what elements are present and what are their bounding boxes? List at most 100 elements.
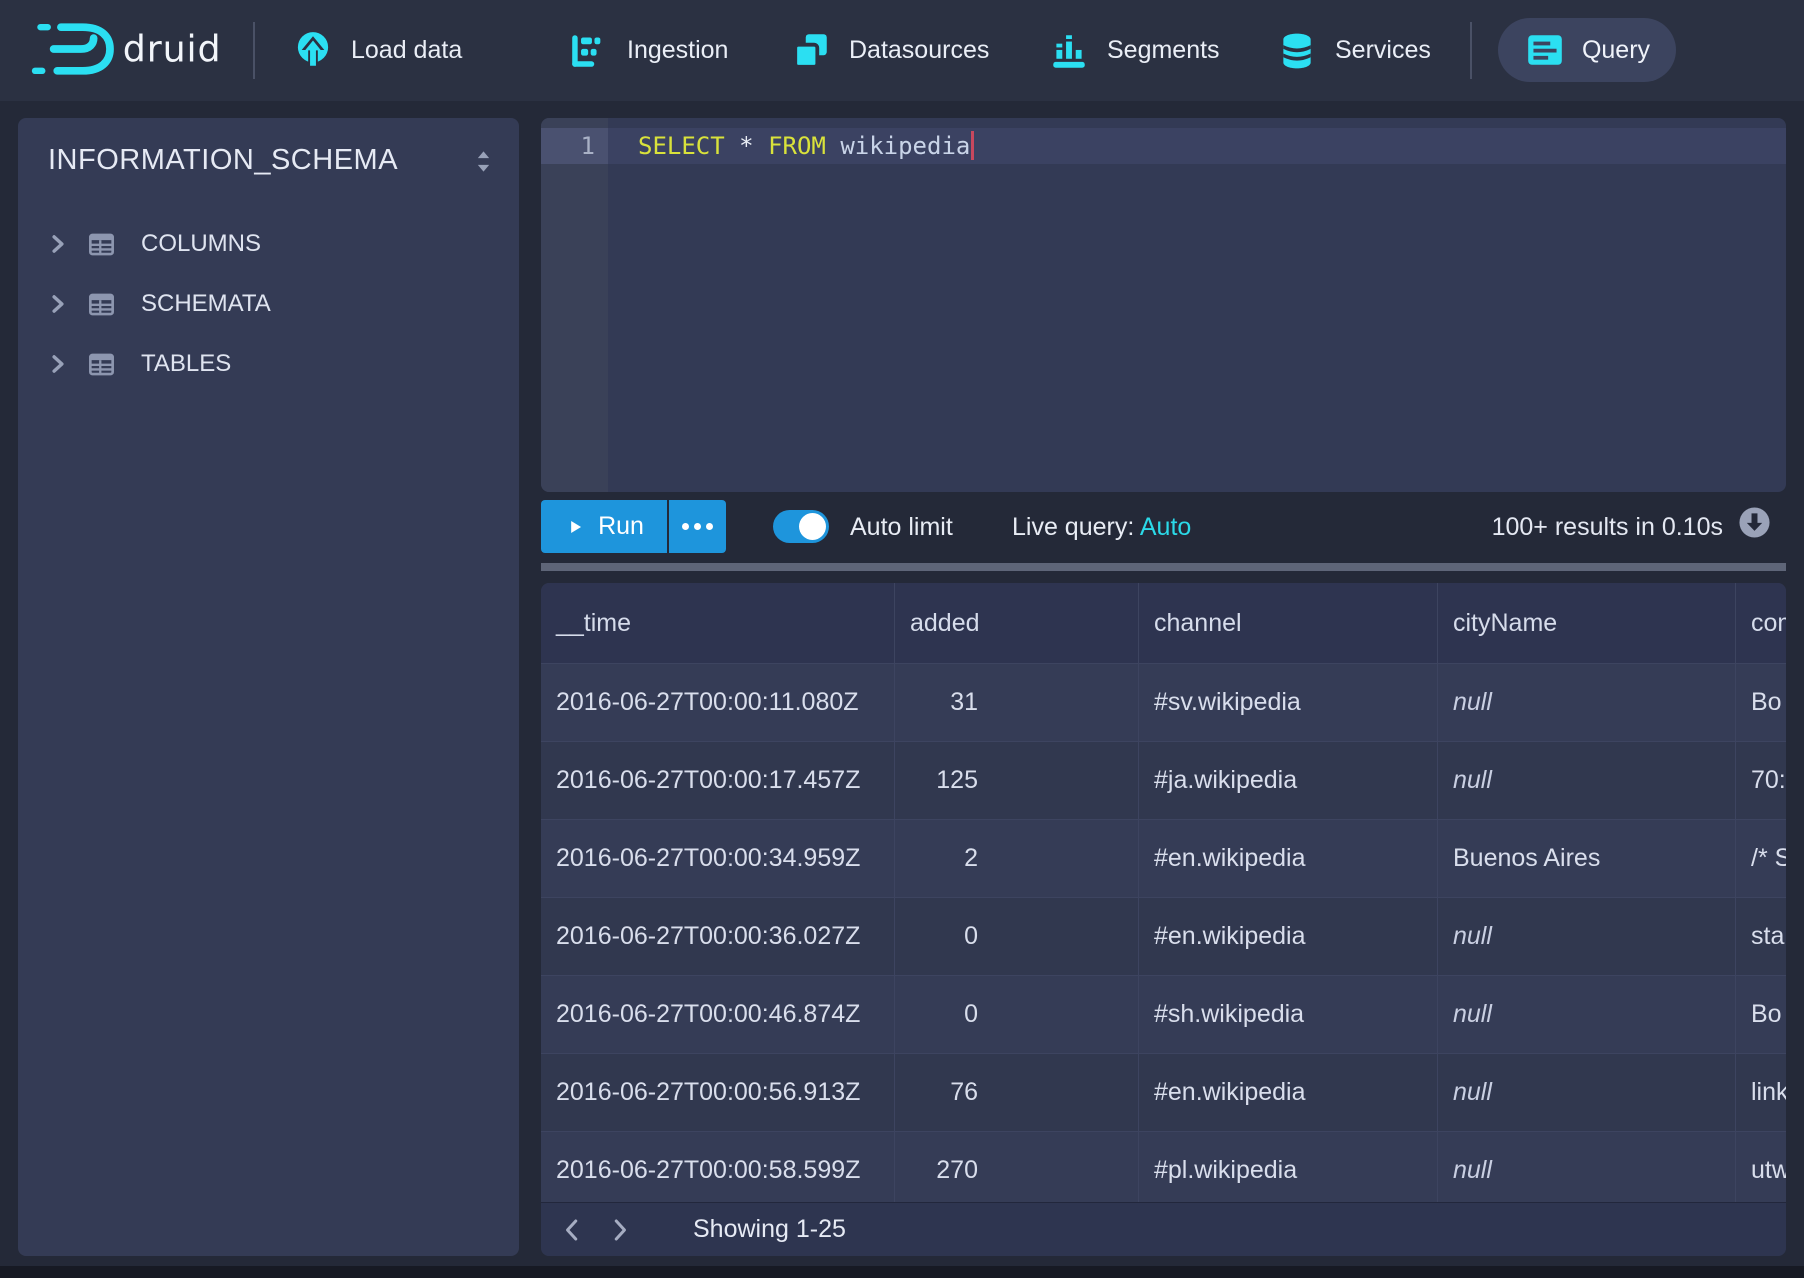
brand-text: druid bbox=[123, 28, 222, 71]
nav-item-query[interactable]: Query bbox=[1498, 18, 1676, 82]
tree-item-label: SCHEMATA bbox=[141, 290, 271, 318]
sql-keyword: FROM bbox=[768, 132, 826, 160]
cell-cityname[interactable]: null bbox=[1438, 1132, 1736, 1209]
previous-page-button[interactable] bbox=[555, 1213, 589, 1247]
cell-channel[interactable]: #en.wikipedia bbox=[1139, 898, 1438, 975]
cell-channel[interactable]: #pl.wikipedia bbox=[1139, 1132, 1438, 1209]
top-nav: druid Load data Ingestion bbox=[0, 0, 1804, 101]
cell-added[interactable]: 31 bbox=[895, 664, 1139, 741]
cell-channel[interactable]: #sv.wikipedia bbox=[1139, 664, 1438, 741]
toggle-knob bbox=[799, 513, 826, 540]
cell-comment[interactable]: /* S bbox=[1736, 820, 1786, 897]
column-header-cityname[interactable]: cityName bbox=[1438, 583, 1736, 663]
nav-item-ingestion[interactable]: Ingestion bbox=[568, 0, 728, 101]
nav-divider bbox=[253, 22, 255, 79]
datasources-icon bbox=[790, 30, 832, 72]
next-page-button[interactable] bbox=[603, 1213, 637, 1247]
cell-time[interactable]: 2016-06-27T00:00:56.913Z bbox=[541, 1054, 895, 1131]
column-header-added[interactable]: added bbox=[895, 583, 1139, 663]
cell-added[interactable]: 2 bbox=[895, 820, 1139, 897]
chevron-left-icon bbox=[557, 1215, 587, 1245]
chevron-right-icon bbox=[45, 351, 71, 377]
tree-item-label: COLUMNS bbox=[141, 230, 261, 258]
nav-item-services[interactable]: Services bbox=[1276, 0, 1431, 101]
ellipsis-icon bbox=[682, 523, 689, 530]
cell-cityname[interactable]: null bbox=[1438, 1054, 1736, 1131]
nav-item-segments[interactable]: Segments bbox=[1048, 0, 1220, 101]
cell-time[interactable]: 2016-06-27T00:00:46.874Z bbox=[541, 976, 895, 1053]
cell-cityname[interactable]: null bbox=[1438, 742, 1736, 819]
table-row: 2016-06-27T00:00:11.080Z 31 #sv.wikipedi… bbox=[541, 663, 1786, 741]
nav-divider bbox=[1470, 22, 1472, 79]
bottom-edge bbox=[0, 1266, 1804, 1278]
cell-time[interactable]: 2016-06-27T00:00:11.080Z bbox=[541, 664, 895, 741]
sql-star: * bbox=[739, 132, 753, 160]
sql-editor[interactable]: 1 SELECT * FROM wikipedia bbox=[541, 118, 1786, 492]
table-row: 2016-06-27T00:00:17.457Z 125 #ja.wikiped… bbox=[541, 741, 1786, 819]
upload-icon bbox=[292, 30, 334, 72]
column-header-comment[interactable]: comment bbox=[1736, 583, 1786, 663]
cell-cityname[interactable]: null bbox=[1438, 898, 1736, 975]
panel-splitter[interactable] bbox=[541, 563, 1786, 571]
chevron-right-icon bbox=[605, 1215, 635, 1245]
cell-added[interactable]: 0 bbox=[895, 976, 1139, 1053]
results-header-row: __time added channel cityName comment bbox=[541, 583, 1786, 663]
segments-icon bbox=[1048, 30, 1090, 72]
schema-tree: COLUMNS SCHEMATA bbox=[18, 214, 519, 394]
cell-comment[interactable]: utw bbox=[1736, 1132, 1786, 1209]
tree-item-columns[interactable]: COLUMNS bbox=[18, 214, 519, 274]
cell-added[interactable]: 0 bbox=[895, 898, 1139, 975]
tree-item-schemata[interactable]: SCHEMATA bbox=[18, 274, 519, 334]
cell-cityname[interactable]: null bbox=[1438, 664, 1736, 741]
run-button[interactable]: Run bbox=[541, 500, 667, 553]
column-header-channel[interactable]: channel bbox=[1139, 583, 1438, 663]
services-icon bbox=[1276, 30, 1318, 72]
table-row: 2016-06-27T00:00:58.599Z 270 #pl.wikiped… bbox=[541, 1131, 1786, 1209]
cell-added[interactable]: 270 bbox=[895, 1132, 1139, 1209]
cell-comment[interactable]: link bbox=[1736, 1054, 1786, 1131]
cell-time[interactable]: 2016-06-27T00:00:58.599Z bbox=[541, 1132, 895, 1209]
column-header-time[interactable]: __time bbox=[541, 583, 895, 663]
table-row: 2016-06-27T00:00:36.027Z 0 #en.wikipedia… bbox=[541, 897, 1786, 975]
druid-logo[interactable]: druid bbox=[30, 16, 230, 82]
run-more-options-button[interactable] bbox=[669, 500, 726, 553]
cell-channel[interactable]: #sh.wikipedia bbox=[1139, 976, 1438, 1053]
cell-channel[interactable]: #en.wikipedia bbox=[1139, 820, 1438, 897]
table-row: 2016-06-27T00:00:46.874Z 0 #sh.wikipedia… bbox=[541, 975, 1786, 1053]
live-query-value[interactable]: Auto bbox=[1140, 513, 1191, 541]
results-body: 2016-06-27T00:00:11.080Z 31 #sv.wikipedi… bbox=[541, 663, 1786, 1209]
cell-channel[interactable]: #ja.wikipedia bbox=[1139, 742, 1438, 819]
cell-time[interactable]: 2016-06-27T00:00:36.027Z bbox=[541, 898, 895, 975]
tree-item-tables[interactable]: TABLES bbox=[18, 334, 519, 394]
cell-time[interactable]: 2016-06-27T00:00:17.457Z bbox=[541, 742, 895, 819]
nav-item-load-data[interactable]: Load data bbox=[292, 0, 462, 101]
auto-limit-toggle[interactable] bbox=[773, 510, 829, 543]
download-icon[interactable] bbox=[1737, 505, 1772, 540]
cell-comment[interactable]: 70: bbox=[1736, 742, 1786, 819]
cell-comment[interactable]: Bo bbox=[1736, 664, 1786, 741]
cell-added[interactable]: 125 bbox=[895, 742, 1139, 819]
nav-item-label: Datasources bbox=[849, 36, 989, 65]
cell-comment[interactable]: sta bbox=[1736, 898, 1786, 975]
cell-added[interactable]: 76 bbox=[895, 1054, 1139, 1131]
nav-item-label: Query bbox=[1582, 36, 1650, 65]
run-button-label: Run bbox=[598, 512, 644, 541]
nav-item-datasources[interactable]: Datasources bbox=[790, 0, 989, 101]
ingestion-icon bbox=[568, 30, 610, 72]
query-icon bbox=[1524, 29, 1566, 71]
cell-comment[interactable]: Bo bbox=[1736, 976, 1786, 1053]
showing-label: Showing 1-25 bbox=[693, 1215, 846, 1244]
live-query: Live query: Auto bbox=[1012, 513, 1191, 542]
nav-item-label: Ingestion bbox=[627, 36, 728, 65]
double-caret-vertical-icon[interactable] bbox=[470, 148, 497, 175]
cell-time[interactable]: 2016-06-27T00:00:34.959Z bbox=[541, 820, 895, 897]
druid-console: druid Load data Ingestion bbox=[0, 0, 1804, 1278]
cell-channel[interactable]: #en.wikipedia bbox=[1139, 1054, 1438, 1131]
table-row: 2016-06-27T00:00:56.913Z 76 #en.wikipedi… bbox=[541, 1053, 1786, 1131]
table-icon bbox=[86, 289, 117, 320]
schema-sidebar: INFORMATION_SCHEMA COLUMNS bbox=[18, 118, 519, 1256]
cell-cityname[interactable]: Buenos Aires bbox=[1438, 820, 1736, 897]
cell-cityname[interactable]: null bbox=[1438, 976, 1736, 1053]
nav-item-label: Services bbox=[1335, 36, 1431, 65]
nav-item-label: Segments bbox=[1107, 36, 1220, 65]
